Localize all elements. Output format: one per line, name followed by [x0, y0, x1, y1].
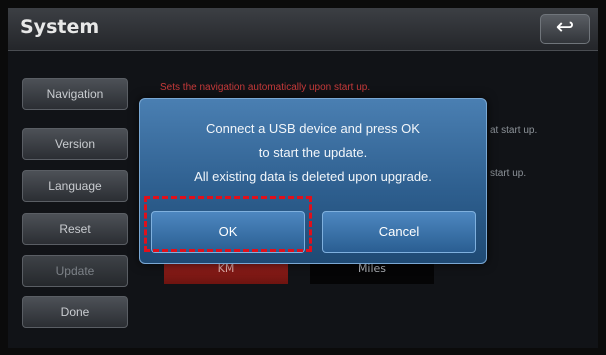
sidebar-item-language[interactable]: Language [22, 170, 128, 202]
sidebar-item-navigation[interactable]: Navigation [22, 78, 128, 110]
page-title: System [20, 16, 100, 38]
sidebar-item-reset[interactable]: Reset [22, 213, 128, 245]
sidebar-item-version[interactable]: Version [22, 128, 128, 160]
back-arrow-icon: ↩ [555, 15, 575, 40]
dialog-message-line-2: to start the update. [258, 145, 368, 160]
dialog-message-line-1: Connect a USB device and press OK [206, 121, 420, 136]
header-bar: System ↩ [8, 8, 598, 51]
sidebar-item-update[interactable]: Update [22, 255, 128, 287]
dialog-message-line-3: All existing data is deleted upon upgrad… [194, 169, 432, 184]
ok-highlight-box [144, 196, 312, 252]
sidebar-item-done[interactable]: Done [22, 296, 128, 328]
setting-description: Sets the navigation automatically upon s… [160, 82, 371, 93]
setting-description-3: start up. [490, 168, 527, 179]
system-screen: System ↩ Navigation Version Language Res… [8, 8, 598, 348]
setting-description-2: at start up. [490, 125, 538, 136]
back-button[interactable]: ↩ [540, 14, 590, 44]
cancel-button[interactable]: Cancel [322, 211, 476, 253]
